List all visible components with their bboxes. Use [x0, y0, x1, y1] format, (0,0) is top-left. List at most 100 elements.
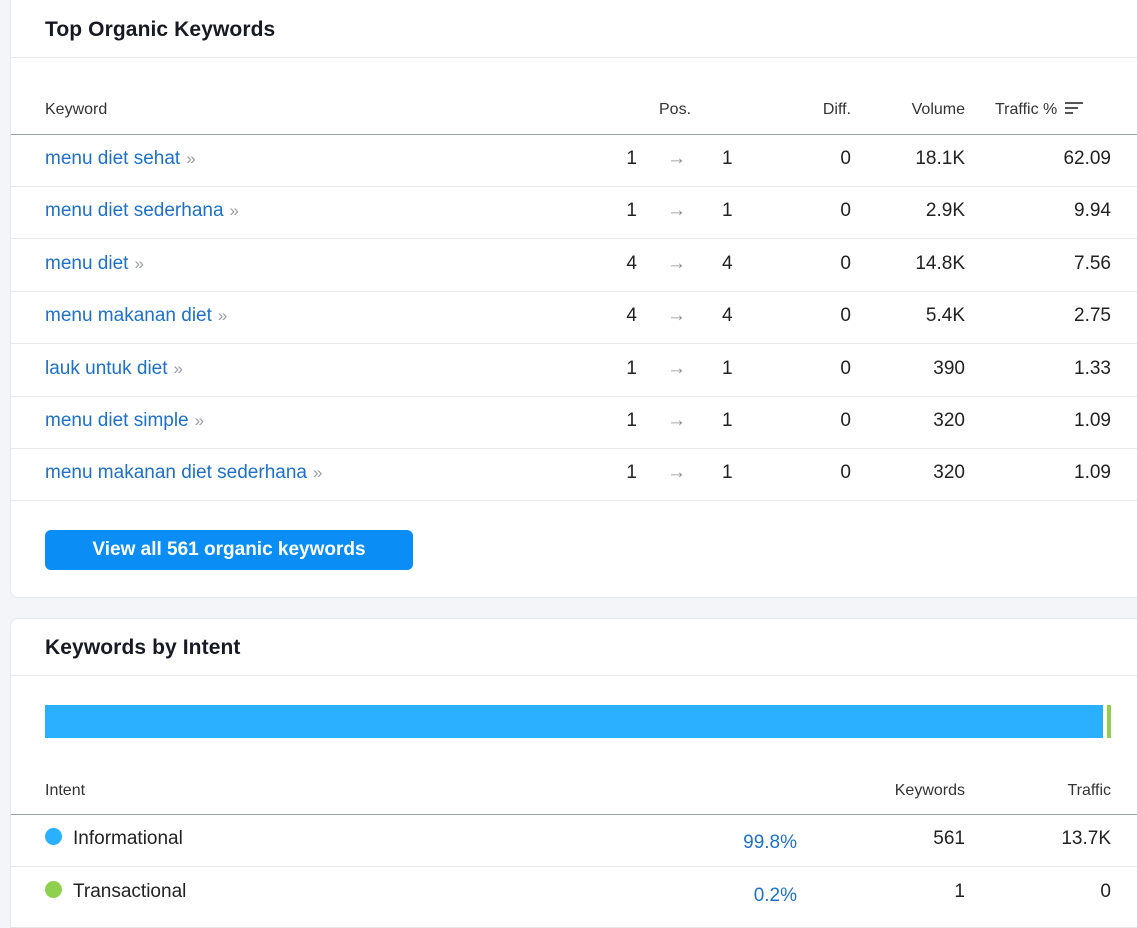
intent-label: Transactional: [73, 881, 187, 902]
volume-value: 320: [933, 462, 965, 484]
traffic-percent-value: 62.09: [1063, 148, 1111, 169]
sort-descending-icon[interactable]: [1065, 101, 1084, 115]
volume-value: 5.4K: [925, 305, 965, 327]
intent-traffic-value: 0: [1100, 881, 1111, 902]
keyword-text[interactable]: menu diet sederhana: [45, 200, 224, 221]
arrow-right-icon: →: [667, 410, 686, 431]
position-previous: 1: [626, 410, 637, 431]
keyword-text[interactable]: menu diet sehat: [45, 148, 180, 169]
keyword-text[interactable]: lauk untuk diet: [45, 358, 168, 379]
traffic-percent-value: 7.56: [1074, 252, 1111, 274]
traffic-percent-value: 2.75: [1074, 305, 1111, 327]
chevron-double-right-icon[interactable]: »: [134, 254, 144, 273]
chevron-double-right-icon[interactable]: »: [195, 411, 205, 430]
difficulty-value: 0: [840, 305, 851, 327]
card-title: Keywords by Intent: [45, 636, 241, 659]
keyword-link[interactable]: menu diet sehat »: [45, 147, 196, 171]
arrow-right-icon: →: [667, 462, 686, 484]
keyword-link[interactable]: menu diet sederhana »: [45, 199, 240, 223]
intent-bar-segment-informational[interactable]: [45, 705, 1104, 738]
arrow-right-icon: →: [667, 357, 686, 379]
traffic-percent-value: 1.09: [1074, 462, 1111, 484]
chevron-double-right-icon[interactable]: »: [230, 201, 240, 220]
position-current: 1: [722, 357, 733, 379]
intent-name: Transactional: [45, 880, 186, 904]
keyword-text[interactable]: menu makanan diet: [45, 305, 212, 326]
traffic-percent-value: 9.94: [1074, 200, 1111, 222]
difficulty-value: 0: [840, 252, 851, 274]
keyword-text[interactable]: menu diet: [45, 253, 128, 274]
card-title: Top Organic Keywords: [45, 18, 276, 41]
volume-value: 390: [933, 357, 965, 379]
position-current: 1: [722, 148, 733, 169]
volume-value: 320: [933, 410, 965, 431]
column-header-traffic[interactable]: Traffic %: [995, 101, 1084, 119]
table-row: menu diet sederhana » 1 → 1 0 2.9K 9.94: [11, 187, 1137, 240]
difficulty-value: 0: [840, 357, 851, 379]
top-organic-keywords-card: Top Organic Keywords Keyword Pos. Diff. …: [10, 0, 1137, 598]
keyword-link[interactable]: menu diet »: [45, 252, 144, 276]
keyword-text[interactable]: menu makanan diet sederhana: [45, 462, 307, 483]
table-row: menu makanan diet sederhana » 1 → 1 0 320 1.09: [11, 449, 1137, 502]
column-header-pos[interactable]: Pos.: [659, 101, 691, 119]
intent-label: Informational: [73, 828, 183, 849]
chevron-double-right-icon[interactable]: »: [218, 306, 228, 325]
chevron-double-right-icon[interactable]: »: [186, 149, 196, 168]
column-header-keyword[interactable]: Keyword: [45, 101, 107, 119]
keyword-link[interactable]: menu makanan diet »: [45, 304, 228, 328]
row-divider: [11, 500, 1137, 502]
position-previous: 4: [626, 252, 637, 274]
chevron-double-right-icon[interactable]: »: [313, 463, 323, 482]
position-current: 1: [722, 462, 733, 484]
arrow-right-icon: →: [667, 148, 686, 169]
intent-traffic-value: 13.7K: [1061, 828, 1111, 849]
position-previous: 1: [626, 200, 637, 222]
intent-bar-segment-transactional[interactable]: [1107, 705, 1112, 738]
table-row: menu diet » 4 → 4 0 14.8K 7.56: [11, 240, 1137, 292]
column-header-keywords: Keywords: [894, 782, 965, 799]
position-previous: 1: [626, 148, 637, 169]
position-previous: 1: [626, 357, 637, 379]
column-header-volume[interactable]: Volume: [871, 101, 965, 119]
traffic-percent-value: 1.09: [1074, 410, 1111, 431]
intent-share-link[interactable]: 0.2%: [671, 884, 797, 908]
intent-row: Transactional 0.2% 1 0: [11, 868, 1137, 920]
column-header-traffic: Traffic: [1067, 782, 1111, 799]
chevron-double-right-icon[interactable]: »: [174, 359, 184, 378]
table-row: menu diet simple » 1 → 1 0 320 1.09: [11, 397, 1137, 449]
volume-value: 14.8K: [915, 252, 965, 274]
position-previous: 1: [626, 462, 637, 484]
position-current: 4: [722, 305, 733, 327]
intent-name: Informational: [45, 827, 183, 851]
intent-share-link[interactable]: 99.8%: [671, 831, 797, 855]
intent-distribution-bar: [45, 705, 1112, 738]
table-row: menu makanan diet » 4 → 4 0 5.4K 2.75: [11, 292, 1137, 345]
keyword-link[interactable]: menu diet simple »: [45, 409, 205, 433]
volume-value: 2.9K: [925, 200, 965, 222]
position-current: 1: [722, 200, 733, 222]
column-header-intent: Intent: [45, 782, 86, 799]
volume-value: 18.1K: [915, 148, 965, 169]
position-current: 1: [722, 410, 733, 431]
position-previous: 4: [626, 305, 637, 327]
column-header-traffic-label: Traffic %: [995, 101, 1058, 118]
keyword-link[interactable]: menu makanan diet sederhana »: [45, 461, 323, 485]
difficulty-value: 0: [840, 410, 851, 431]
column-header-diff[interactable]: Diff.: [771, 101, 851, 119]
keywords-by-intent-card: Keywords by Intent Intent Keywords Traff…: [10, 618, 1137, 928]
title-divider: [11, 675, 1137, 676]
row-divider: [11, 866, 1137, 867]
difficulty-value: 0: [840, 200, 851, 222]
position-current: 4: [722, 252, 733, 274]
traffic-percent-value: 1.33: [1074, 357, 1111, 379]
arrow-right-icon: →: [667, 305, 686, 327]
keyword-link[interactable]: lauk untuk diet »: [45, 357, 184, 381]
view-all-keywords-button[interactable]: View all 561 organic keywords: [45, 530, 413, 570]
title-divider: [11, 57, 1137, 58]
keyword-text[interactable]: menu diet simple: [45, 410, 189, 431]
intent-row: Informational 99.8% 561 13.7K: [11, 815, 1137, 867]
table-row: lauk untuk diet » 1 → 1 0 390 1.33: [11, 345, 1137, 397]
intent-color-dot-icon: [45, 881, 62, 898]
arrow-right-icon: →: [667, 252, 686, 274]
intent-color-dot-icon: [45, 828, 62, 845]
